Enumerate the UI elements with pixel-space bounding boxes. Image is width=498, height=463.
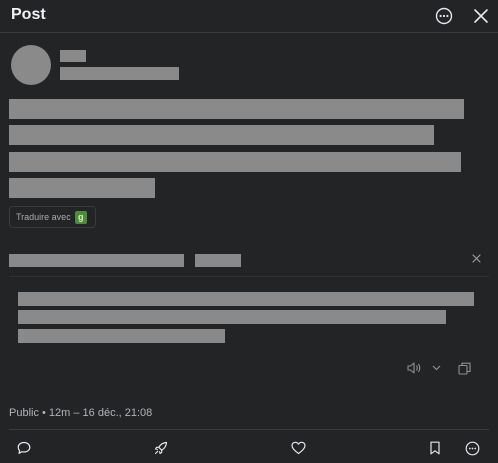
bookmark-icon — [430, 441, 440, 455]
more-horizontal-circle-icon — [435, 7, 453, 25]
post-text-line — [9, 125, 434, 145]
favourite-button[interactable] — [288, 438, 308, 458]
quote-text-line — [18, 329, 225, 343]
quote-header-text — [195, 254, 241, 267]
translate-label: Traduire avec — [16, 212, 71, 222]
post-text-line — [9, 178, 155, 198]
avatar[interactable] — [11, 45, 51, 85]
more-options-button[interactable] — [432, 4, 456, 28]
divider — [9, 276, 489, 277]
close-button[interactable] — [469, 4, 493, 28]
post-meta: Public • 12m – 16 déc., 21:08 — [9, 407, 153, 419]
copy-icon — [457, 362, 471, 375]
post-dialog: Post Traduire avec g Public • 12m – 16 d… — [0, 0, 498, 463]
quote-text-line — [18, 310, 446, 324]
more-actions-button[interactable] — [462, 438, 482, 458]
divider — [9, 429, 489, 430]
chevron-down-icon — [432, 365, 440, 371]
dialog-header: Post — [0, 0, 498, 33]
close-icon — [474, 9, 488, 23]
translate-button[interactable]: Traduire avec g — [9, 206, 96, 228]
read-aloud-button[interactable] — [405, 359, 423, 377]
quote-text-line — [18, 292, 474, 306]
boost-button[interactable] — [151, 438, 171, 458]
post-text-line — [9, 152, 461, 172]
more-icon — [465, 441, 479, 455]
author-handle — [60, 67, 179, 80]
dismiss-quote-button[interactable] — [468, 250, 484, 266]
author-name[interactable] — [60, 50, 86, 62]
voice-dropdown[interactable] — [429, 359, 443, 377]
reply-button[interactable] — [14, 438, 34, 458]
favourite-icon — [290, 441, 306, 455]
close-icon — [471, 253, 481, 263]
speaker-icon — [406, 362, 420, 374]
boost-icon — [154, 441, 168, 455]
copy-button[interactable] — [456, 359, 472, 377]
bookmark-button[interactable] — [425, 438, 445, 458]
page-title: Post — [11, 6, 46, 23]
post-text-line — [9, 99, 464, 119]
translator-logo-icon: g — [74, 210, 87, 224]
reply-icon — [17, 441, 31, 454]
quote-header-text — [9, 254, 184, 267]
